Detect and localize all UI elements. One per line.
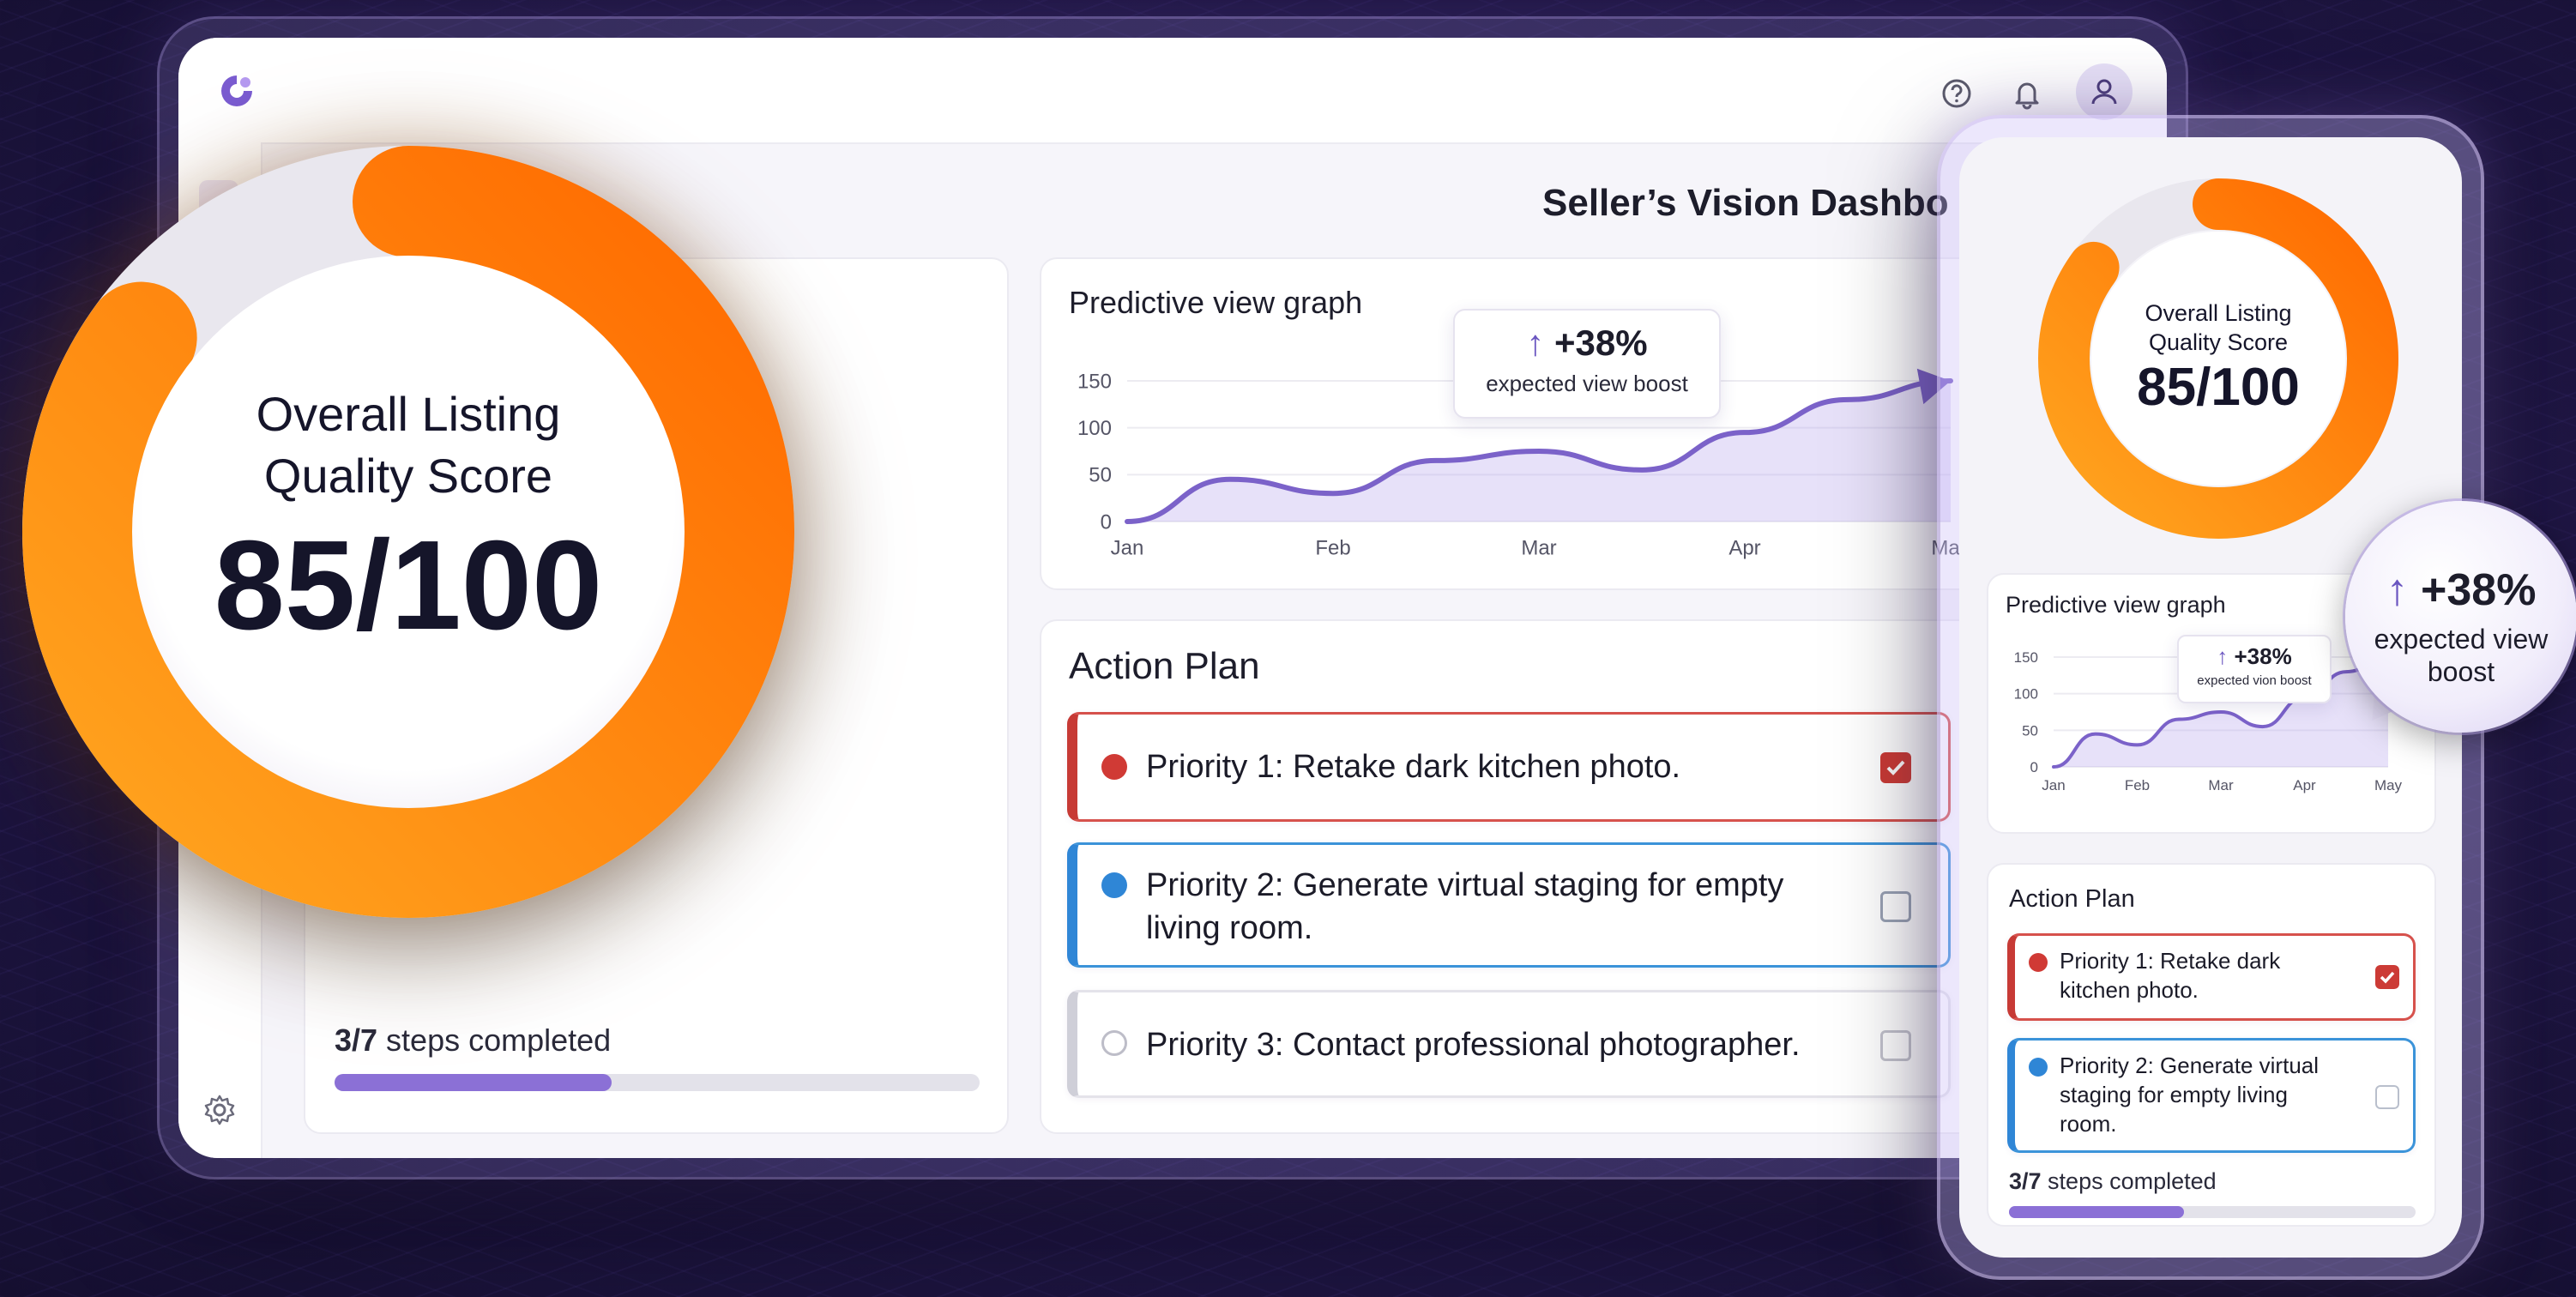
x-tick-label: May: [2374, 777, 2403, 793]
phone-action-item-2[interactable]: Priority 2: Generate virtual staging for…: [2007, 1038, 2416, 1153]
priority-dot-red: [1101, 754, 1127, 780]
help-icon[interactable]: [1940, 77, 1973, 110]
checkbox-checked[interactable]: [1880, 752, 1911, 783]
phone-steps-suffix: steps completed: [2041, 1168, 2217, 1194]
phone-action-plan-title: Action Plan: [2009, 885, 2135, 913]
action-plan-card: Action Plan Priority 1: Retake dark kitc…: [1040, 619, 2038, 1134]
logo-icon[interactable]: [216, 70, 257, 112]
action-item-3[interactable]: Priority 3: Contact professional photogr…: [1067, 990, 1951, 1098]
page-title: Seller’s Vision Dashbo: [1542, 182, 1949, 224]
steps-count: 3/7: [335, 1023, 378, 1058]
x-tick-label: Mar: [2208, 777, 2234, 793]
phone-checkmark-icon: [2380, 971, 2395, 984]
bubble-label: expected view boost: [2362, 623, 2560, 688]
phone-action-item-1[interactable]: Priority 1: Retake dark kitchen photo.: [2007, 933, 2416, 1021]
phone-steps-count: 3/7: [2009, 1168, 2042, 1194]
phone-checkbox-unchecked[interactable]: [2375, 1085, 2399, 1109]
phone-priority-dot-red: [2029, 953, 2048, 972]
gauge-score-value: 85/100: [214, 515, 603, 656]
bubble-arrow-up-icon: ↑: [2386, 565, 2409, 615]
phone-action-item-line1: Priority 2: Generate virtual: [2060, 1053, 2320, 1078]
bell-icon[interactable]: [2011, 77, 2043, 110]
user-icon: [2091, 79, 2117, 105]
avatar[interactable]: [2076, 63, 2133, 120]
phone-progress-bar: [2009, 1206, 2416, 1218]
x-tick-label: Apr: [1728, 536, 1760, 559]
phone-score-gauge: Overall Listing Quality Score 85/100: [2038, 178, 2398, 539]
phone-action-item-line2: kitchen photo.: [2060, 977, 2199, 1003]
priority-dot-blue: [1101, 872, 1127, 898]
action-item-1[interactable]: Priority 1: Retake dark kitchen photo.: [1067, 712, 1951, 822]
y-tick-label: 150: [1077, 370, 1112, 393]
phone-boost-callout: ↑ +38% expected vion boost: [2177, 635, 2332, 703]
phone-arrow-up-icon: ↑: [2217, 643, 2229, 669]
phone-gauge-score-value: 85/100: [2137, 358, 2300, 417]
action-item-label: Priority 1: Retake dark kitchen photo.: [1146, 749, 1681, 785]
action-item-label-line1: Priority 2: Generate virtual staging for…: [1146, 867, 1784, 903]
phone-boost-callout-value: ↑ +38%: [2179, 643, 2330, 670]
quality-score-gauge: Overall Listing Quality Score 85/100: [5, 129, 811, 935]
x-tick-label: Feb: [1315, 536, 1350, 559]
progress-bar-fill: [335, 1074, 612, 1091]
boost-callout-label: expected view boost: [1486, 371, 1688, 396]
bubble-value: ↑ +38%: [2345, 564, 2576, 616]
phone-steps-completed-label: 3/7 steps completed: [2009, 1168, 2217, 1195]
phone-boost-callout-label: expected vion boost: [2197, 673, 2312, 688]
checkbox-unchecked[interactable]: [1880, 891, 1911, 922]
bubble-label-line1: expected view: [2374, 624, 2549, 655]
phone-progress-bar-fill: [2009, 1206, 2184, 1218]
boost-bubble: ↑ +38% expected view boost: [2345, 501, 2576, 733]
phone-action-item-line1: Priority 1: Retake dark: [2060, 948, 2281, 974]
action-item-label-line2: living room.: [1146, 910, 1313, 946]
progress-bar: [335, 1074, 980, 1091]
boost-callout-value: ↑ +38%: [1455, 323, 1719, 364]
y-tick-label: 50: [2022, 722, 2038, 739]
x-tick-label: Apr: [2293, 777, 2316, 793]
action-item-label: Priority 3: Contact professional photogr…: [1146, 1027, 1801, 1063]
gear-icon[interactable]: [202, 1093, 237, 1127]
bubble-value-number: +38%: [2421, 565, 2537, 615]
steps-suffix: steps completed: [377, 1023, 612, 1058]
phone-action-plan-card: Action Plan Priority 1: Retake dark kitc…: [1987, 863, 2436, 1227]
checkbox-unchecked[interactable]: [1880, 1030, 1911, 1061]
phone-action-item-line3: room.: [2060, 1111, 2117, 1137]
phone-boost-callout-number: +38%: [2234, 643, 2292, 669]
action-plan-title: Action Plan: [1069, 645, 1260, 687]
y-tick-label: 50: [1089, 464, 1112, 487]
y-tick-label: 0: [2030, 759, 2038, 775]
steps-completed-label: 3/7 steps completed: [335, 1023, 611, 1059]
arrow-up-icon: ↑: [1526, 323, 1545, 363]
phone-gauge-title-line1: Overall Listing: [2145, 300, 2292, 326]
y-tick-label: 150: [2014, 649, 2038, 666]
y-tick-label: 100: [1077, 417, 1112, 440]
boost-callout-number: +38%: [1554, 323, 1648, 363]
graph-card: Predictive view graph 0 50 100 150 Jan Feb Mar…: [1040, 257, 2038, 590]
x-tick-label: Feb: [2125, 777, 2150, 793]
x-tick-label: Jan: [1111, 536, 1144, 559]
gauge-title-line1: Overall Listing: [256, 387, 561, 441]
x-tick-label: Mar: [1521, 536, 1556, 559]
phone-priority-dot-blue: [2029, 1058, 2048, 1077]
phone-checkbox-checked[interactable]: [2375, 965, 2399, 989]
phone-action-item-line2: staging for empty living: [2060, 1082, 2288, 1107]
x-tick-label: Jan: [2042, 777, 2065, 793]
gauge-title-line2: Quality Score: [263, 449, 553, 503]
bubble-label-line2: boost: [2427, 656, 2495, 687]
y-tick-label: 0: [1101, 510, 1112, 534]
action-item-2[interactable]: Priority 2: Generate virtual staging for…: [1067, 842, 1951, 968]
priority-dot-empty: [1101, 1030, 1127, 1056]
boost-callout: ↑ +38% expected view boost: [1453, 309, 1721, 419]
phone-gauge-title-line2: Quality Score: [2148, 329, 2289, 355]
checkmark-icon: [1886, 760, 1905, 775]
y-tick-label: 100: [2014, 686, 2038, 703]
